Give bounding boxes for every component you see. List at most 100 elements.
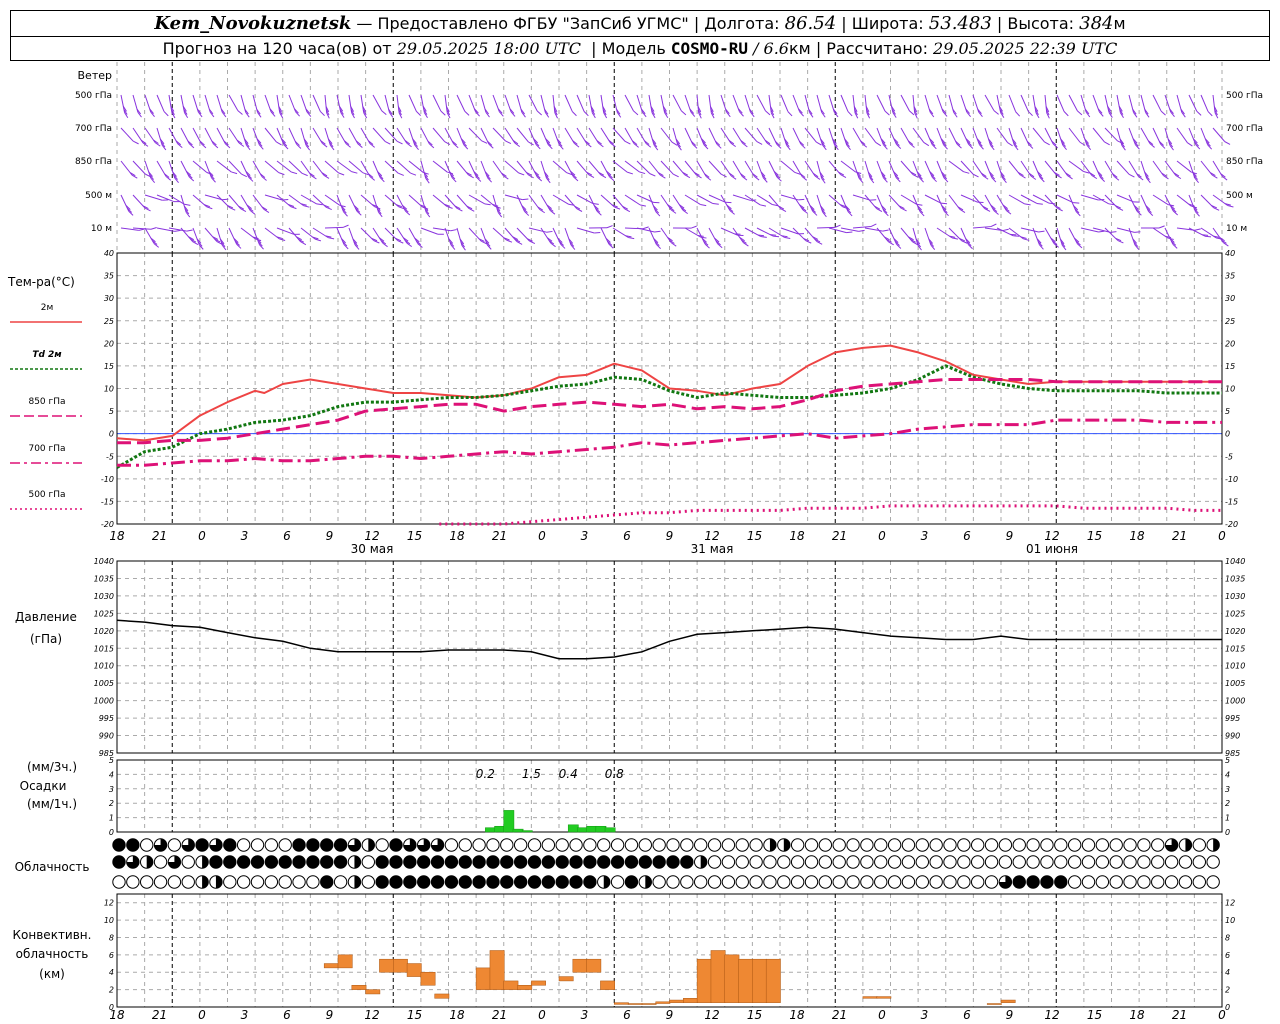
cloud-symbol-ring [1151,875,1165,889]
cloud-symbol [430,855,445,869]
cloud-symbol-ring [721,838,736,852]
wind-barb [552,194,575,206]
cloud-symbol-ring [763,855,777,869]
wind-barb [600,227,614,249]
wind-barb [1068,127,1086,146]
wind-barb-feather [770,234,777,236]
wind-barb-shaft [576,94,585,112]
cloud-symbol-ring [375,838,389,852]
cloud-symbol [1164,875,1179,889]
wind-barb [408,94,422,116]
wind-barb [1140,225,1165,229]
wind-barb-feather [787,111,793,117]
wind-barb [972,127,984,150]
temp-ytick-left: -5 [106,452,114,461]
wind-barb [636,160,656,177]
cloud-symbol [1192,855,1207,869]
temp-xtick-label: 12 [1044,529,1059,543]
cloud-symbol [749,855,763,869]
cloud-symbol [403,875,417,889]
wind-barb [372,94,387,116]
cloud-symbol [444,875,459,889]
wind-barb [336,227,349,250]
wind-barb [936,160,949,183]
wind-barb-feather [279,238,286,242]
wind-barb-shaft [1068,160,1084,172]
cloud-symbol-ring [458,838,472,852]
wind-barb [1068,227,1083,249]
wind-barb [756,194,779,207]
conv-bar [710,950,726,1003]
wind-barb [588,94,596,119]
wind-barb-shaft [672,94,682,112]
cloud-symbol [887,875,902,889]
wind-barb [576,227,601,234]
wind-barb-shaft [984,94,995,111]
wind-barb-feather [571,111,577,117]
wind-barb-shaft [432,227,451,232]
cloud-symbol [984,875,999,889]
cloud-symbol-ring [874,838,888,852]
cloud-symbol-fill [265,855,278,869]
wind-barb [924,127,937,150]
wind-barb [984,127,995,151]
wind-barb [1188,94,1202,116]
wind-barb [144,160,156,183]
cloud-symbol [652,855,666,869]
wind-barb-feather [328,237,335,240]
cloud-symbol-fill [334,855,347,869]
wind-barb [228,94,243,115]
wind-barb [960,227,973,250]
cloud-symbol [597,855,611,869]
cloud-symbol [333,838,348,852]
wind-barb-feather [1194,228,1201,231]
wind-barb-feather [846,231,853,234]
precip-bar [521,830,533,833]
wind-barb [216,194,236,211]
wind-barb [828,227,853,234]
wind-barb [492,160,509,180]
conv-xtick-label: 21 [152,1008,167,1022]
wind-barb [276,94,284,119]
cloud-symbol [126,855,140,869]
cloud-symbol [915,838,929,852]
cloud-symbol [458,875,472,889]
cloud-symbol-fill [1013,875,1026,889]
wind-barb-feather [464,110,470,116]
wind-barb [120,127,139,145]
wind-barb-feather [316,203,323,206]
cloud-symbol [1095,838,1110,852]
cloud-symbol [818,855,833,869]
wind-barb [1104,94,1113,118]
wind-barb [1116,194,1140,203]
wind-barb [480,127,494,149]
wind-barb [924,194,948,205]
wind-barb [876,127,888,150]
wind-barb-shaft [972,226,991,229]
conv-bar [986,1003,1002,1005]
wind-barb [456,227,466,251]
wind-barb-shaft [696,194,714,204]
conv-ytick-left: 0 [109,1003,114,1012]
pressure-ytick-right: 1000 [1225,697,1245,706]
cloud-symbol [749,838,763,852]
cloud-symbol [901,838,916,852]
wind-barb [1080,127,1092,150]
wind-barb-feather [1202,234,1209,236]
cloud-symbol-ring [1178,855,1193,869]
cloud-symbol [624,838,639,852]
cloud-symbol-ring [1081,875,1096,889]
pressure-ytick-right: 990 [1225,732,1240,741]
cloud-symbol [804,855,819,869]
cloud-symbol [1192,838,1207,852]
wind-barb [1056,127,1067,151]
wind-barb-feather [765,110,771,116]
cloud-symbol [624,855,639,869]
conv-bar [738,958,754,1003]
conv-bar [558,976,574,982]
temp-xtick-label: 21 [832,529,847,543]
wind-barb-feather [798,198,805,201]
wind-barb-shaft [420,227,439,235]
wind-barb [660,227,677,247]
wind-barb [192,227,204,250]
